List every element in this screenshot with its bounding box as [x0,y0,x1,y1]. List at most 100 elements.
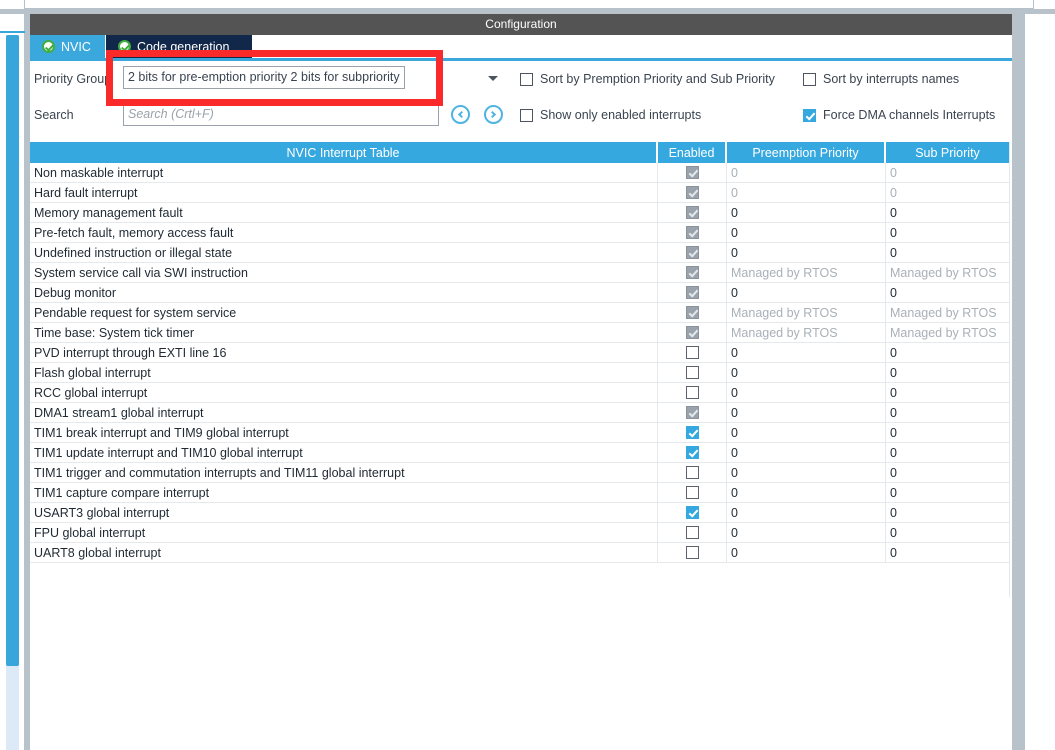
option-force-dma[interactable]: Force DMA channels Interrupts [803,108,995,122]
cell-sub-priority[interactable]: 0 [886,363,1009,382]
checkbox-enabled[interactable] [685,526,699,539]
checkbox-sort-by-names[interactable] [803,72,816,86]
cell-preemption-priority[interactable]: Managed by RTOS [727,263,886,282]
cell-preemption-priority[interactable]: 0 [727,343,886,362]
cell-preemption-priority[interactable]: 0 [727,183,886,202]
cell-preemption-priority[interactable]: 0 [727,363,886,382]
cell-enabled[interactable] [658,383,727,402]
cell-preemption-priority[interactable]: 0 [727,543,886,562]
cell-preemption-priority[interactable]: 0 [727,503,886,522]
cell-enabled[interactable] [658,423,727,442]
cell-preemption-priority[interactable]: 0 [727,403,886,422]
chevron-down-icon[interactable] [488,76,498,81]
cell-preemption-priority[interactable]: 0 [727,383,886,402]
table-row[interactable]: PVD interrupt through EXTI line 16 0 0 [30,343,1009,363]
table-row[interactable]: TIM1 break interrupt and TIM9 global int… [30,423,1009,443]
cell-sub-priority[interactable]: 0 [886,383,1009,402]
table-row[interactable]: UART8 global interrupt 0 0 [30,543,1009,563]
cell-enabled[interactable] [658,543,727,562]
cell-enabled[interactable] [658,523,727,542]
cell-preemption-priority[interactable]: 0 [727,423,886,442]
search-input[interactable]: Search (Crtl+F) [123,103,439,126]
cell-enabled[interactable] [658,503,727,522]
cell-sub-priority[interactable]: 0 [886,283,1009,302]
cell-preemption-priority[interactable]: 0 [727,483,886,502]
cell-enabled[interactable] [658,163,727,182]
cell-sub-priority[interactable]: Managed by RTOS [886,323,1009,342]
cell-sub-priority[interactable]: Managed by RTOS [886,263,1009,282]
option-sort-by-names[interactable]: Sort by interrupts names [803,72,959,86]
option-show-only-enabled[interactable]: Show only enabled interrupts [520,108,701,122]
cell-preemption-priority[interactable]: 0 [727,523,886,542]
search-next-button[interactable] [484,105,503,124]
cell-sub-priority[interactable]: 0 [886,223,1009,242]
table-row[interactable]: Time base: System tick timer Managed by R… [30,323,1009,343]
search-prev-button[interactable] [451,105,470,124]
cell-enabled[interactable] [658,483,727,502]
cell-preemption-priority[interactable]: 0 [727,443,886,462]
table-row[interactable]: USART3 global interrupt 0 0 [30,503,1009,523]
cell-sub-priority[interactable]: 0 [886,463,1009,482]
cell-enabled[interactable] [658,203,727,222]
checkbox-enabled[interactable] [685,466,699,479]
cell-preemption-priority[interactable]: 0 [727,203,886,222]
checkbox-enabled[interactable] [685,426,699,439]
table-row[interactable]: FPU global interrupt 0 0 [30,523,1009,543]
page-scrollbar-thumb[interactable] [6,35,19,666]
cell-enabled[interactable] [658,283,727,302]
table-row[interactable]: DMA1 stream1 global interrupt 0 0 [30,403,1009,423]
priority-group-select[interactable]: 2 bits for pre-emption priority 2 bits f… [123,66,405,89]
checkbox-show-only-enabled[interactable] [520,108,533,122]
cell-sub-priority[interactable]: 0 [886,203,1009,222]
tab-nvic[interactable]: NVIC [30,35,105,58]
cell-enabled[interactable] [658,263,727,282]
checkbox-enabled[interactable] [685,486,699,499]
checkbox-enabled[interactable] [685,366,699,379]
cell-sub-priority[interactable]: 0 [886,543,1009,562]
cell-enabled[interactable] [658,183,727,202]
table-row[interactable]: TIM1 update interrupt and TIM10 global i… [30,443,1009,463]
table-row[interactable]: Debug monitor 0 0 [30,283,1009,303]
option-sort-by-preemption[interactable]: Sort by Premption Priority and Sub Prior… [520,72,775,86]
cell-enabled[interactable] [658,303,727,322]
cell-preemption-priority[interactable]: 0 [727,283,886,302]
column-header-preemption[interactable]: Preemption Priority [727,142,886,163]
cell-enabled[interactable] [658,223,727,242]
table-row[interactable]: Non maskable interrupt 0 0 [30,163,1009,183]
checkbox-sort-by-preemption[interactable] [520,72,533,86]
table-row[interactable]: Flash global interrupt 0 0 [30,363,1009,383]
cell-preemption-priority[interactable]: 0 [727,223,886,242]
cell-enabled[interactable] [658,323,727,342]
cell-enabled[interactable] [658,443,727,462]
checkbox-force-dma[interactable] [803,108,816,122]
table-row[interactable]: Pendable request for system service Manag… [30,303,1009,323]
cell-sub-priority[interactable]: 0 [886,423,1009,442]
cell-preemption-priority[interactable]: 0 [727,463,886,482]
cell-preemption-priority[interactable]: 0 [727,243,886,262]
cell-sub-priority[interactable]: 0 [886,523,1009,542]
checkbox-enabled[interactable] [685,346,699,359]
cell-enabled[interactable] [658,463,727,482]
table-row[interactable]: Pre-fetch fault, memory access fault 0 0 [30,223,1009,243]
tab-code-generation[interactable]: Code generation [106,35,252,58]
cell-sub-priority[interactable]: 0 [886,163,1009,182]
cell-sub-priority[interactable]: Managed by RTOS [886,303,1009,322]
cell-sub-priority[interactable]: 0 [886,403,1009,422]
table-row[interactable]: Hard fault interrupt 0 0 [30,183,1009,203]
cell-enabled[interactable] [658,363,727,382]
table-row[interactable]: RCC global interrupt 0 0 [30,383,1009,403]
cell-sub-priority[interactable]: 0 [886,183,1009,202]
column-header-sub[interactable]: Sub Priority [886,142,1009,163]
table-row[interactable]: Memory management fault 0 0 [30,203,1009,223]
cell-preemption-priority[interactable]: Managed by RTOS [727,303,886,322]
cell-sub-priority[interactable]: 0 [886,443,1009,462]
table-row[interactable]: System service call via SWI instruction M… [30,263,1009,283]
checkbox-enabled[interactable] [685,546,699,559]
column-header-name[interactable]: NVIC Interrupt Table [30,142,658,163]
checkbox-enabled[interactable] [685,446,699,459]
table-row[interactable]: TIM1 capture compare interrupt 0 0 [30,483,1009,503]
cell-enabled[interactable] [658,243,727,262]
cell-enabled[interactable] [658,343,727,362]
checkbox-enabled[interactable] [685,506,699,519]
cell-preemption-priority[interactable]: 0 [727,163,886,182]
